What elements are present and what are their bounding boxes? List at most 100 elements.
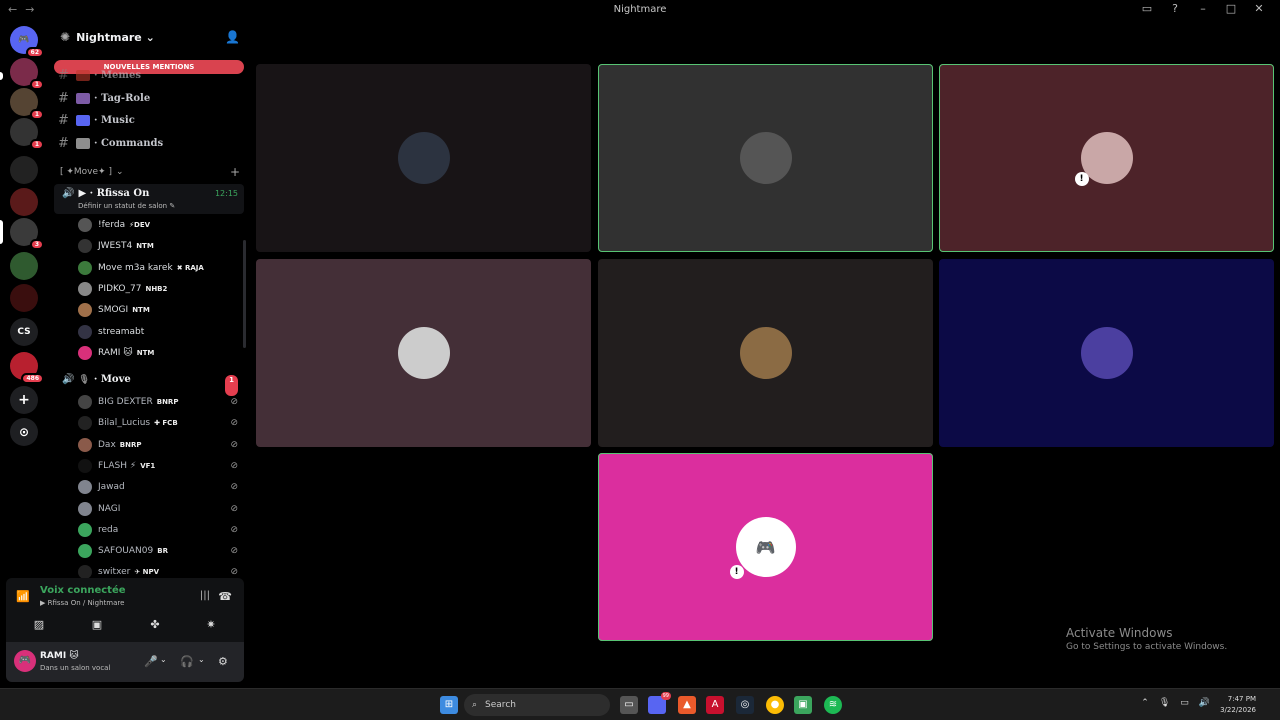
video-tile[interactable] (256, 64, 591, 252)
signal-icon[interactable]: 📶 (16, 590, 30, 603)
video-tile[interactable] (598, 64, 933, 252)
direct-messages-button[interactable]: 🎮 62 (10, 26, 44, 58)
hash-icon: # (58, 67, 69, 83)
chevron-down-icon[interactable]: ⌄ (198, 655, 205, 664)
scrollbar[interactable] (243, 240, 246, 348)
voice-member[interactable]: FLASH ⚡ VF1 ⊘ (78, 456, 238, 476)
server-icon[interactable]: 1 (10, 58, 44, 90)
channel-item[interactable]: # · Memes (58, 65, 141, 85)
server-icon[interactable]: 1 (10, 118, 44, 150)
participant-avatar (397, 327, 450, 379)
maximize-button[interactable]: □ (1224, 2, 1238, 15)
voice-member[interactable]: streamabt (78, 322, 238, 342)
voice-member[interactable]: Move m3a karek ✖ RAJA (78, 258, 238, 278)
voice-member[interactable]: NAGI ⊘ (78, 499, 238, 519)
chrome-icon[interactable]: ● (766, 696, 784, 714)
voice-member[interactable]: SAFOUAN09 BR ⊘ (78, 541, 238, 561)
watermark-subtitle: Go to Settings to activate Windows. (1066, 642, 1228, 652)
server-icon[interactable]: 1 (10, 88, 44, 120)
help-icon[interactable]: ? (1168, 2, 1182, 15)
brave-icon[interactable]: ▲ (678, 696, 696, 714)
headphones-icon[interactable]: 🎧 (180, 655, 194, 668)
create-channel-icon[interactable]: + (230, 165, 240, 179)
screen-share-icon[interactable]: ▣ (88, 618, 106, 636)
steam-icon[interactable]: ◎ (736, 696, 754, 714)
video-tile[interactable]: ! (939, 64, 1274, 252)
volume-icon[interactable]: 🔊 (1199, 698, 1210, 708)
clock[interactable]: 7:47 PM 3/22/2026 (1220, 694, 1256, 716)
invite-people-icon[interactable]: 👤 (225, 30, 240, 44)
disconnect-icon[interactable]: ☎ (218, 590, 232, 603)
windows-start-icon[interactable]: ⊞ (440, 696, 458, 714)
app-icon[interactable]: ▣ (794, 696, 812, 714)
minimize-button[interactable]: – (1196, 2, 1210, 15)
network-icon[interactable]: ▭ (1180, 698, 1189, 708)
voice-member[interactable]: BIG DEXTER BNRP ⊘ (78, 392, 238, 412)
soundboard-icon[interactable]: ✷ (202, 618, 220, 636)
unread-badge: 62 (25, 47, 44, 58)
activities-icon[interactable]: ✤ (146, 618, 164, 636)
channel-item[interactable]: # · Music (58, 110, 135, 130)
member-name: streamabt (98, 326, 145, 337)
close-button[interactable]: ✕ (1252, 2, 1266, 15)
channel-item[interactable]: # · Tag-Role (58, 88, 150, 108)
video-tile[interactable] (598, 259, 933, 447)
search-label: Search (485, 700, 516, 710)
music-note-icon (76, 114, 90, 126)
server-icon[interactable] (10, 252, 38, 280)
add-server-button[interactable]: + (10, 386, 38, 414)
server-icon[interactable] (10, 284, 38, 312)
channel-label: · Music (94, 114, 135, 126)
explore-icon[interactable]: ⊙ (10, 418, 38, 446)
voice-member[interactable]: Dax BNRP ⊘ (78, 435, 238, 455)
server-name: Nightmare ⌄ (76, 30, 155, 44)
voice-channel-status[interactable]: Définir un statut de salon ✎ (78, 202, 175, 210)
server-icon[interactable] (10, 188, 38, 216)
inbox-icon[interactable]: ▭ (1140, 2, 1154, 15)
channel-item[interactable]: # · Commands (58, 133, 163, 153)
server-icon-cs[interactable]: CS (10, 318, 38, 346)
camera-off-icon[interactable]: ▨ (30, 618, 48, 636)
voice-member[interactable]: RAMI 🐱 NTM (78, 343, 238, 363)
voice-member[interactable]: PIDKO_77 NHB2 (78, 279, 238, 299)
app-icon[interactable]: A (706, 696, 724, 714)
voice-member[interactable]: Bilal_Lucius ✚ FCB ⊘ (78, 413, 238, 433)
microphone-icon[interactable]: 🎤 (144, 655, 158, 668)
task-view-icon[interactable]: ▭ (620, 696, 638, 714)
member-tag: NHB2 (145, 284, 168, 293)
voice-connected-channel[interactable]: ▶ Rfissa On / Nightmare (40, 599, 124, 607)
voice-member[interactable]: SMOGI NTM (78, 300, 238, 320)
noise-suppression-icon[interactable]: ||| (200, 590, 210, 601)
video-grid: ! 🎮! Activate Windows Go to Settings to a… (248, 22, 1280, 688)
voice-member[interactable]: reda ⊘ (78, 520, 238, 540)
settings-gear-icon[interactable]: ⚙ (218, 655, 228, 668)
category-header[interactable]: [ ✦Move✦ ] ⌄ + (60, 165, 240, 179)
window-controls: ▭ ? – □ ✕ (1140, 2, 1280, 15)
voice-channel-rfissa-on[interactable]: 🔊 ▶ · Rfissa On Définir un statut de sal… (54, 184, 244, 214)
server-icon[interactable]: 486 (10, 352, 44, 384)
video-tile[interactable] (939, 259, 1274, 447)
server-header[interactable]: ✺ Nightmare ⌄ 👤 (48, 22, 248, 52)
discord-taskbar-icon[interactable]: 99 (648, 692, 671, 714)
voice-channel-label: ▶ · Rfissa On (78, 188, 150, 199)
voice-channel-move[interactable]: 🔊 🎙 · Move 1 (54, 370, 244, 396)
voice-connected-title[interactable]: Voix connectée (40, 585, 126, 596)
voice-member[interactable]: !ferda ⚡DEV (78, 215, 238, 235)
participant-avatar: 🎮! (729, 517, 796, 579)
microphone-icon[interactable]: 🎙 (1159, 698, 1170, 708)
server-icon[interactable] (10, 156, 38, 184)
spotify-icon[interactable]: ≋ (824, 696, 842, 714)
user-name[interactable]: RAMI 🐱 (40, 651, 79, 661)
chevron-up-icon[interactable]: ⌃ (1141, 698, 1149, 708)
voice-member[interactable]: JWEST4 NTM (78, 236, 238, 256)
user-status: Dans un salon vocal (40, 664, 111, 672)
voice-member[interactable]: Jawad ⊘ (78, 477, 238, 497)
avatar[interactable]: 🎮 (14, 650, 36, 672)
taskbar-search[interactable]: ⌕ Search (464, 694, 610, 716)
chevron-down-icon: ⌄ (115, 167, 124, 177)
server-icon-nightmare[interactable]: 3 (10, 218, 44, 250)
video-tile[interactable]: 🎮! (598, 453, 933, 641)
video-tile[interactable] (256, 259, 591, 447)
avatar (78, 437, 92, 452)
chevron-down-icon[interactable]: ⌄ (160, 655, 167, 664)
